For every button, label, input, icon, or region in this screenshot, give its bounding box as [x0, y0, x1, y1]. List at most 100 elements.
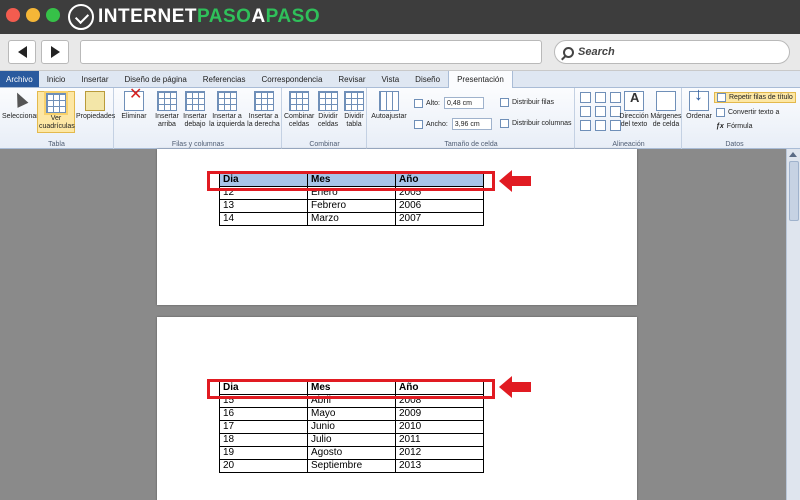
insertar-izquierda-button[interactable]: Insertar a la izquierda — [209, 91, 245, 129]
align-top-left-icon[interactable] — [580, 92, 591, 103]
cell-dia[interactable]: 20 — [219, 459, 308, 473]
group-label-filas: Filas y columnas — [171, 141, 225, 148]
cell-ano[interactable]: 2007 — [395, 212, 484, 226]
group-filas-columnas: Eliminar Insertar arriba Insertar debajo… — [115, 88, 282, 149]
ancho-input[interactable]: 3,96 cm — [451, 118, 492, 130]
scroll-up-icon[interactable] — [789, 152, 797, 157]
ribbon-body: Seleccionar Ver cuadrículas Propiedades … — [0, 88, 800, 149]
annotation-arrow-2-icon — [499, 376, 531, 398]
table-row[interactable]: 19 Agosto 2012 — [219, 446, 484, 460]
distribuir-filas-button[interactable]: Distribuir filas — [500, 98, 554, 107]
table-row[interactable]: 13 Febrero 2006 — [219, 199, 484, 213]
seleccionar-button[interactable]: Seleccionar — [2, 91, 39, 121]
cell-mes[interactable]: Septiembre — [307, 459, 396, 473]
cell-dia[interactable]: 18 — [219, 433, 308, 447]
minimize-window-button[interactable] — [26, 8, 40, 22]
formula-button[interactable]: ƒx Fórmula — [716, 123, 752, 130]
address-bar[interactable] — [80, 40, 542, 64]
ordenar-button[interactable]: Ordenar — [685, 90, 713, 121]
table-row[interactable]: 17 Junio 2010 — [219, 420, 484, 434]
cell-mes[interactable]: Marzo — [307, 212, 396, 226]
autoajustar-button[interactable]: Autoajustar — [370, 91, 408, 121]
maximize-window-button[interactable] — [46, 8, 60, 22]
cell-dia[interactable]: 17 — [219, 420, 308, 434]
cell-mes[interactable]: Agosto — [307, 446, 396, 460]
group-alineacion: Dirección del texto Márgenes de celda Al… — [576, 88, 682, 149]
distribuir-columnas-label: Distribuir columnas — [512, 120, 572, 127]
browser-toolbar: Search — [0, 34, 800, 71]
grid-icon — [46, 93, 66, 113]
insert-above-icon — [157, 91, 177, 111]
cell-ano[interactable]: 2006 — [395, 199, 484, 213]
forward-button[interactable] — [41, 40, 69, 64]
cell-ano[interactable]: 2011 — [395, 433, 484, 447]
table-body-page-1: 12 Enero 2005 13 Febrero 2006 14 Marzo 2007 — [219, 186, 484, 226]
tab-presentacion[interactable]: Presentación — [448, 71, 513, 89]
insertar-derecha-button[interactable]: Insertar a la derecha — [246, 91, 281, 129]
cell-dia[interactable]: 16 — [219, 407, 308, 421]
table-row[interactable]: 16 Mayo 2009 — [219, 407, 484, 421]
cell-mes[interactable]: Mayo — [307, 407, 396, 421]
eliminar-label: Eliminar — [121, 113, 147, 120]
tab-archivo[interactable]: Archivo — [0, 71, 39, 87]
search-input[interactable]: Search — [554, 40, 790, 64]
margenes-celda-button[interactable]: Márgenes de celda — [650, 91, 682, 129]
propiedades-label: Propiedades — [76, 113, 116, 120]
eliminar-button[interactable]: Eliminar — [118, 91, 150, 121]
insertar-debajo-button[interactable]: Insertar debajo — [181, 91, 209, 129]
dividir-tabla-button[interactable]: Dividir tabla — [341, 91, 367, 129]
brand-part-internet: INTERNET — [98, 6, 197, 27]
insertar-arriba-button[interactable]: Insertar arriba — [153, 91, 181, 129]
cell-ano[interactable]: 2013 — [395, 459, 484, 473]
cell-dia[interactable]: 19 — [219, 446, 308, 460]
cell-dia[interactable]: 14 — [219, 212, 308, 226]
align-bottom-center-icon[interactable] — [595, 120, 606, 131]
tab-revisar[interactable]: Revisar — [330, 71, 373, 87]
annotation-highlight-box-1 — [207, 171, 495, 191]
alignment-grid — [580, 92, 621, 131]
vertical-scrollbar[interactable] — [786, 149, 800, 500]
direccion-texto-button[interactable]: Dirección del texto — [618, 91, 650, 129]
tab-insertar[interactable]: Insertar — [73, 71, 116, 87]
align-bottom-left-icon[interactable] — [580, 120, 591, 131]
align-middle-left-icon[interactable] — [580, 106, 591, 117]
document-page-1[interactable]: Dia Mes Año 12 Enero 2005 13 Febrero 2006 14 Ma… — [157, 149, 637, 305]
tab-vista[interactable]: Vista — [374, 71, 408, 87]
propiedades-button[interactable]: Propiedades — [76, 91, 116, 121]
insertar-arriba-label-1: Insertar — [155, 113, 179, 120]
ver-cuadriculas-button[interactable]: Ver cuadrículas — [37, 91, 75, 133]
repetir-filas-titulo-button[interactable]: Repetir filas de título — [714, 92, 796, 103]
distribuir-columnas-button[interactable]: Distribuir columnas — [500, 119, 572, 128]
document-page-2[interactable]: Dia Mes Año 15 Abril 2008 16 Mayo 2009 17 Junio… — [157, 317, 637, 500]
delete-icon — [124, 91, 144, 111]
dividir-celdas-label-2: celdas — [317, 121, 339, 128]
convertir-texto-button[interactable]: Convertir texto a — [716, 108, 779, 117]
alto-input[interactable]: 0,48 cm — [444, 97, 485, 109]
scroll-thumb[interactable] — [789, 161, 799, 221]
cell-ano[interactable]: 2009 — [395, 407, 484, 421]
align-top-center-icon[interactable] — [595, 92, 606, 103]
tab-diseno-pagina[interactable]: Diseño de página — [117, 71, 195, 87]
cell-mes[interactable]: Febrero — [307, 199, 396, 213]
cell-ano[interactable]: 2012 — [395, 446, 484, 460]
table-row[interactable]: 18 Julio 2011 — [219, 433, 484, 447]
table-row[interactable]: 20 Septiembre 2013 — [219, 459, 484, 473]
tab-inicio[interactable]: Inicio — [39, 71, 74, 87]
tab-correspondencia[interactable]: Correspondencia — [253, 71, 330, 87]
close-window-button[interactable] — [6, 8, 20, 22]
group-tamano-celda: Autoajustar Alto: 0,48 cm Ancho: 3,96 cm… — [368, 88, 575, 149]
insert-below-icon — [185, 91, 205, 111]
group-tabla: Seleccionar Ver cuadrículas Propiedades … — [0, 88, 116, 149]
table-row[interactable]: 14 Marzo 2007 — [219, 212, 484, 226]
tab-referencias[interactable]: Referencias — [195, 71, 254, 87]
back-button[interactable] — [8, 40, 36, 64]
cell-dia[interactable]: 13 — [219, 199, 308, 213]
cell-mes[interactable]: Julio — [307, 433, 396, 447]
tab-diseno[interactable]: Diseño — [407, 71, 448, 87]
align-middle-center-icon[interactable] — [595, 106, 606, 117]
dividir-celdas-button[interactable]: Dividir celdas — [315, 91, 341, 129]
cell-mes[interactable]: Junio — [307, 420, 396, 434]
combinar-celdas-button[interactable]: Combinar celdas — [284, 91, 314, 129]
distribute-rows-icon — [500, 98, 509, 107]
cell-ano[interactable]: 2010 — [395, 420, 484, 434]
